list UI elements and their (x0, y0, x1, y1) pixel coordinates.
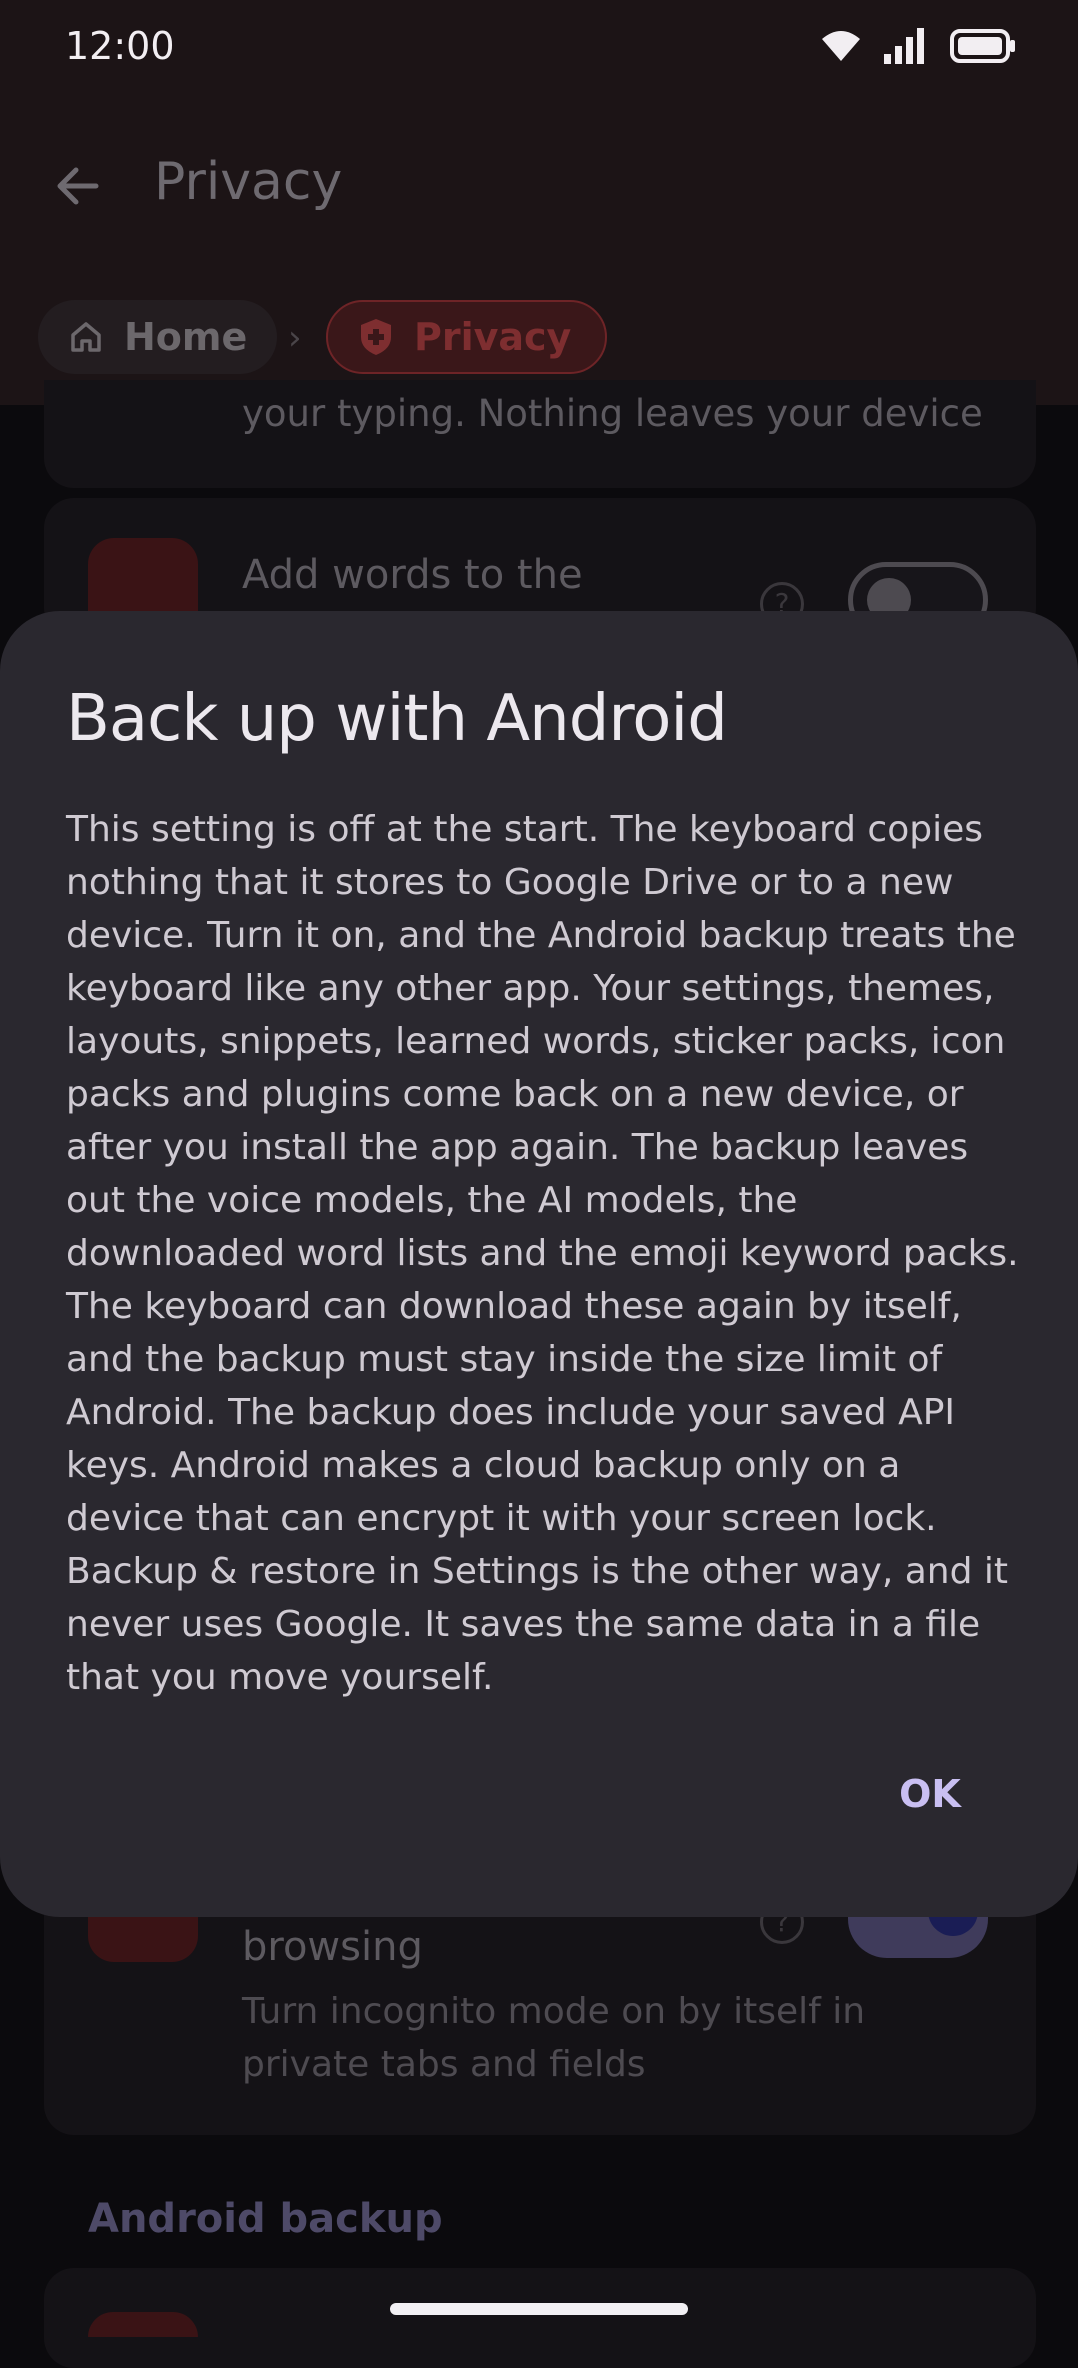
backup-icon (88, 2312, 198, 2337)
dialog-body: This setting is off at the start. The ke… (66, 809, 1019, 1698)
breadcrumb-privacy-label: Privacy (414, 315, 572, 359)
breadcrumb-privacy[interactable]: Privacy (326, 300, 608, 374)
gesture-home-bar[interactable] (390, 2303, 688, 2315)
page-title: Privacy (154, 152, 343, 212)
setting-row[interactable] (44, 2268, 1036, 2368)
shield-icon (361, 319, 391, 355)
section-header: Android backup (88, 2196, 443, 2242)
wifi-icon (822, 31, 860, 61)
status-icons (820, 28, 1016, 64)
setting-title: Add words to the (242, 552, 583, 598)
status-time: 12:00 (65, 24, 175, 68)
battery-icon (950, 29, 1015, 63)
breadcrumb-home-label: Home (124, 315, 248, 359)
breadcrumb-home[interactable]: Home (38, 300, 278, 374)
ok-button[interactable]: OK (890, 1762, 970, 1826)
setting-description: your typing. Nothing leaves your device (242, 392, 983, 435)
back-arrow-icon[interactable] (50, 158, 106, 214)
signal-icon (884, 28, 924, 64)
dialog-title: Back up with Android (66, 682, 728, 756)
setting-description: Turn incognito mode on by itself in priv… (242, 1991, 866, 2085)
setting-title: browsing (242, 1924, 423, 1970)
home-icon (71, 322, 101, 352)
status-bar: 12:00 (0, 0, 1078, 100)
breadcrumb-separator: › (288, 318, 302, 358)
